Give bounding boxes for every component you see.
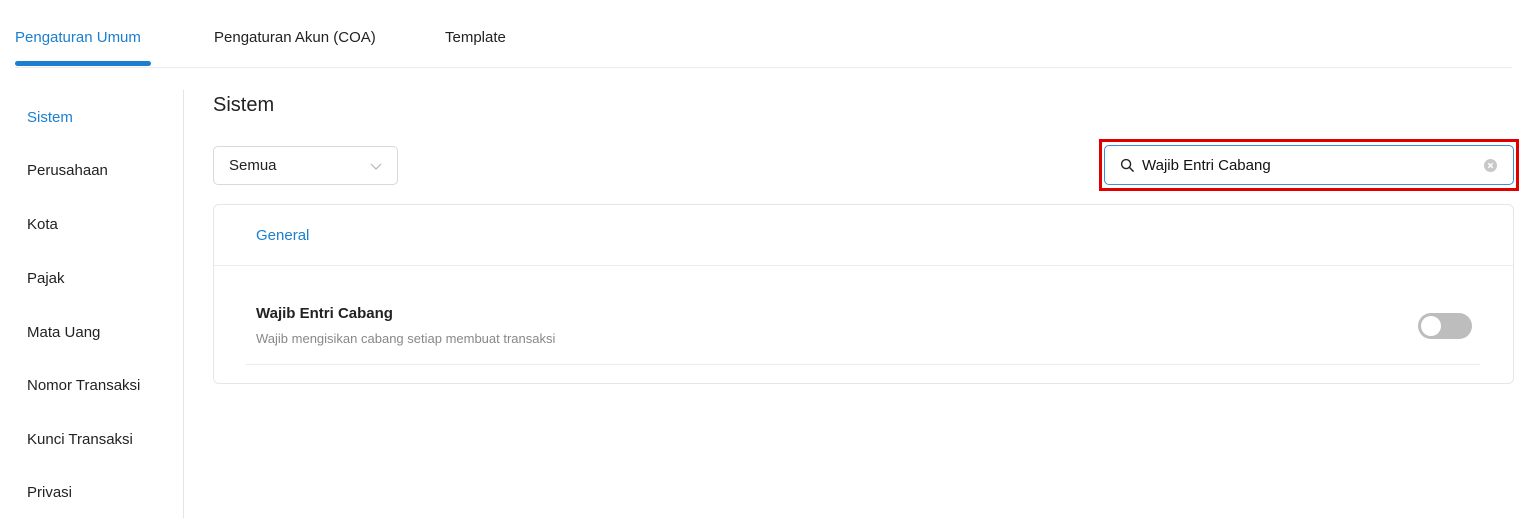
- sidebar-item-sistem[interactable]: Sistem: [15, 93, 160, 142]
- sidebar-item-pajak[interactable]: Pajak: [15, 254, 160, 303]
- filter-selected-value: Semua: [229, 157, 277, 174]
- sidebar-item-privasi[interactable]: Privasi: [15, 468, 160, 517]
- row-divider: [246, 364, 1480, 365]
- setting-description: Wajib mengisikan cabang setiap membuat t…: [256, 331, 556, 346]
- settings-card: General Wajib Entri Cabang Wajib mengisi…: [213, 204, 1514, 384]
- section-label: General: [256, 227, 310, 244]
- clear-icon[interactable]: [1484, 159, 1497, 172]
- sidebar-item-kunci-transaksi[interactable]: Kunci Transaksi: [15, 415, 160, 464]
- tabs-divider: [15, 67, 1512, 68]
- tab-pengaturan-umum[interactable]: Pengaturan Umum: [15, 29, 141, 46]
- chevron-down-icon: [370, 163, 382, 170]
- page-title: Sistem: [213, 94, 275, 116]
- search-input[interactable]: [1142, 154, 1472, 176]
- sidebar-item-perusahaan[interactable]: Perusahaan: [15, 146, 160, 195]
- toggle-knob: [1421, 316, 1441, 336]
- search-icon: [1120, 158, 1135, 173]
- active-tab-indicator: [15, 61, 151, 66]
- category-filter-select[interactable]: Semua: [213, 146, 398, 185]
- search-box[interactable]: [1104, 145, 1514, 185]
- setting-title: Wajib Entri Cabang: [256, 305, 393, 322]
- section-header: General: [214, 205, 1513, 266]
- tab-pengaturan-akun[interactable]: Pengaturan Akun (COA): [214, 29, 376, 46]
- top-tabs: Pengaturan Umum Pengaturan Akun (COA) Te…: [0, 0, 1536, 68]
- sidebar-item-nomor-transaksi[interactable]: Nomor Transaksi: [15, 361, 160, 410]
- settings-sidebar: Sistem Perusahaan Kota Pajak Mata Uang N…: [15, 90, 160, 520]
- sidebar-divider: [183, 90, 184, 518]
- tab-template[interactable]: Template: [445, 29, 506, 46]
- sidebar-item-mata-uang[interactable]: Mata Uang: [15, 308, 160, 357]
- sidebar-item-kota[interactable]: Kota: [15, 200, 160, 249]
- setting-toggle[interactable]: [1418, 313, 1472, 339]
